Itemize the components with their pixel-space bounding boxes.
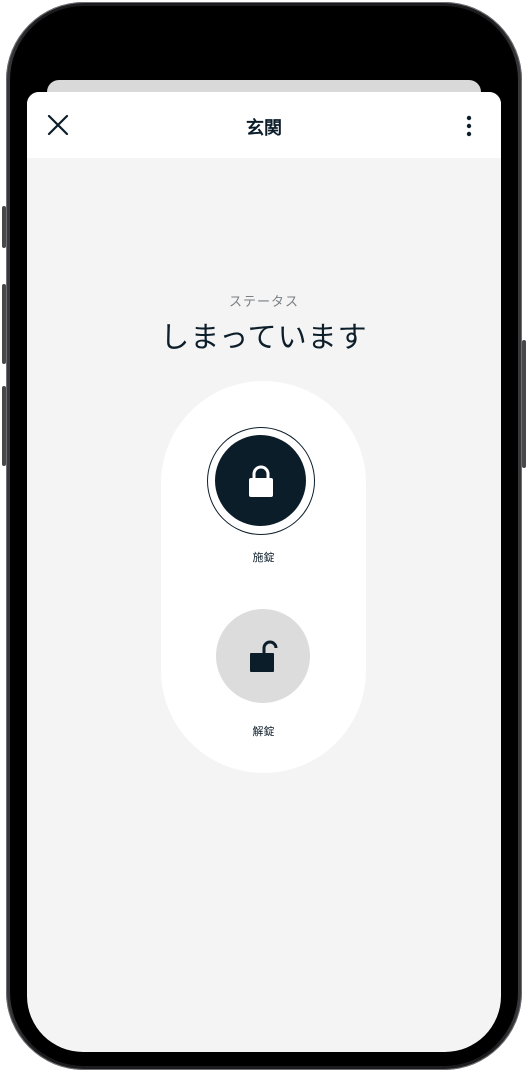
- screen: 玄関 ステータス しまっています 施錠 解錠: [27, 22, 501, 1052]
- header-bar: 玄関: [27, 92, 501, 158]
- volume-up-button: [2, 284, 6, 364]
- volume-down-button: [2, 386, 6, 466]
- page-title: 玄関: [246, 118, 282, 139]
- lock-control-sheet: 玄関 ステータス しまっています 施錠 解錠: [27, 92, 501, 1052]
- more-vertical-icon: [466, 115, 472, 137]
- lock-label: 施錠: [252, 551, 275, 564]
- more-options-button[interactable]: [459, 112, 479, 140]
- unlock-button[interactable]: [216, 609, 310, 703]
- lock-button-circle: [215, 435, 306, 526]
- action-button: [2, 206, 6, 248]
- status-label: ステータス: [228, 295, 299, 310]
- power-button: [522, 340, 526, 468]
- lock-control-panel: 施錠 解錠: [161, 381, 366, 773]
- lock-closed-icon: [248, 465, 273, 497]
- lock-button[interactable]: [207, 427, 315, 535]
- unlock-label: 解錠: [252, 725, 275, 738]
- lock-open-icon: [250, 640, 278, 672]
- status-value: しまっています: [160, 320, 368, 354]
